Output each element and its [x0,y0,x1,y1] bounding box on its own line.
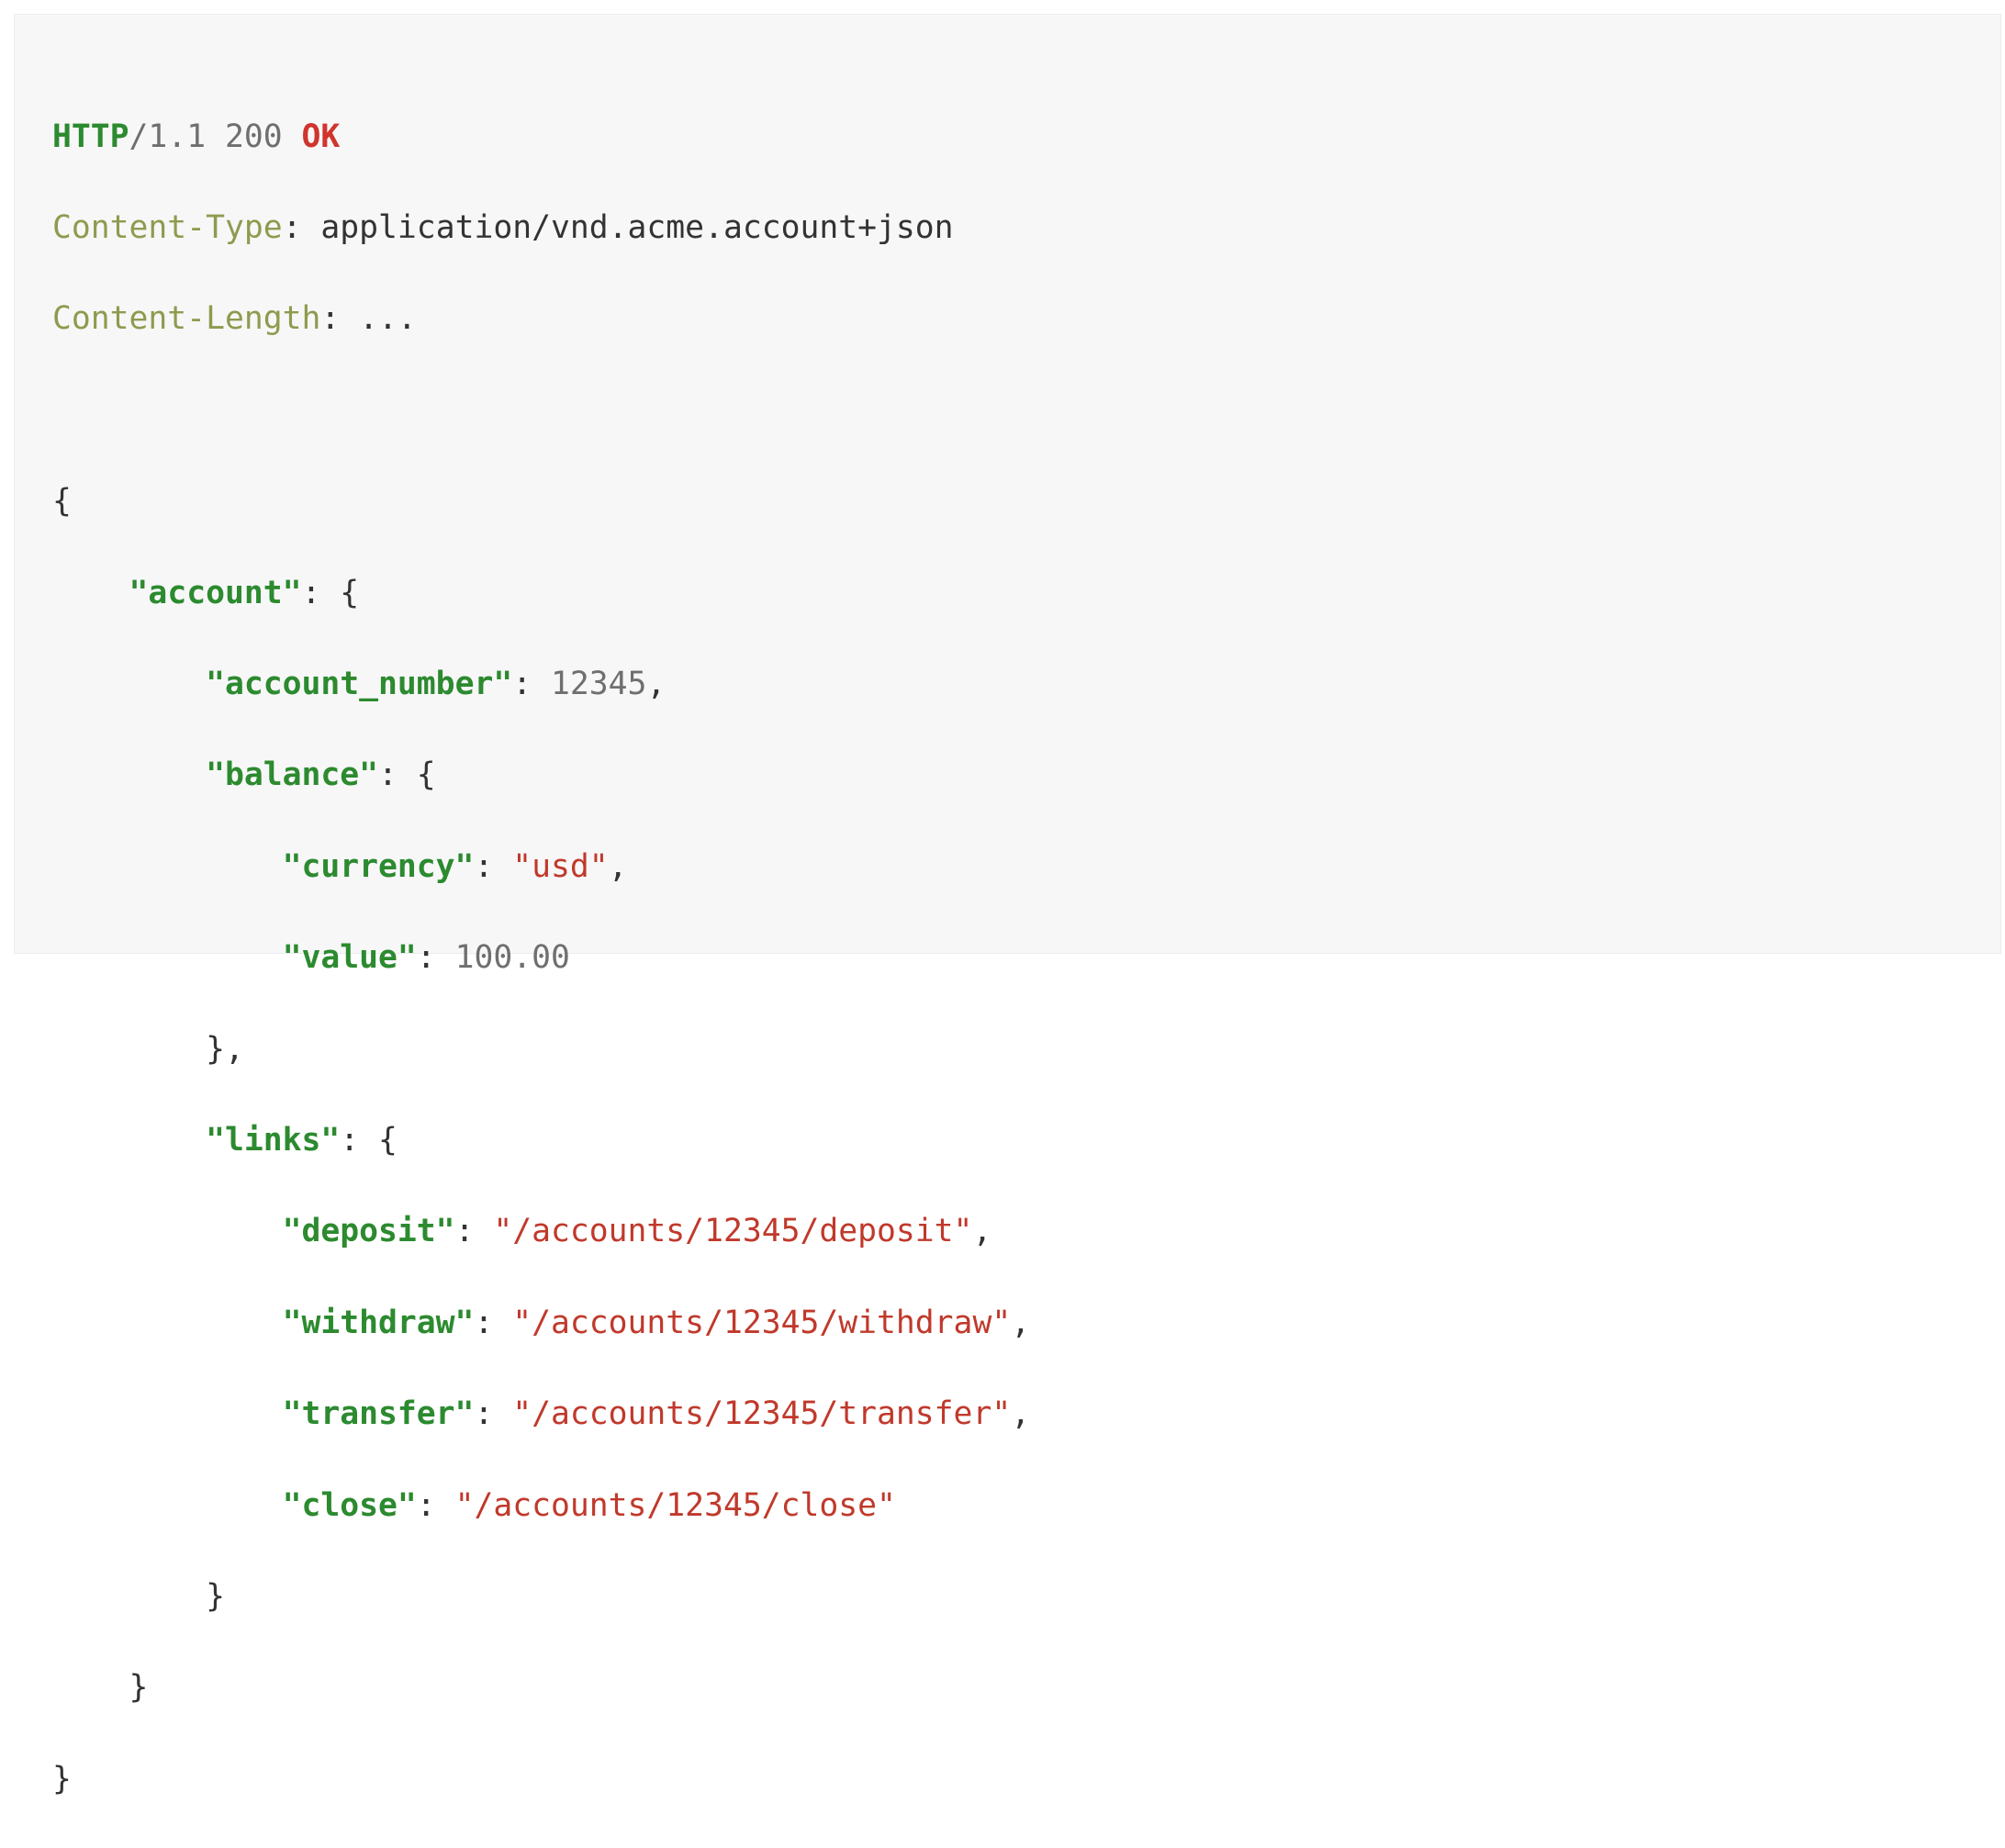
json-line: "account_number": 12345, [52,662,1030,708]
brace-open: : { [378,756,436,794]
colon: : [512,666,551,703]
colon: : [454,1213,494,1250]
json-line: "links": { [52,1118,1030,1164]
json-line: "transfer": "/accounts/12345/transfer", [52,1392,1031,1438]
brace-close: } [52,1760,72,1798]
json-key: "currency" [282,847,475,885]
header-line: Content-Length: ... [52,297,1030,342]
json-line: "balance": { [52,753,1030,799]
json-key: "transfer" [282,1395,475,1433]
json-key: "withdraw" [282,1304,475,1341]
header-sep: : [320,300,360,338]
json-key: "account_number" [206,666,513,703]
json-line: } [52,1757,1030,1803]
json-key: "account" [129,574,302,611]
colon: : [474,1304,513,1341]
json-string: "/accounts/12345/withdraw" [512,1304,1012,1341]
json-key: "links" [206,1122,341,1159]
brace-open: { [52,483,72,521]
brace-open: : { [301,574,360,611]
json-key: "value" [282,939,417,977]
protocol-token: HTTP [52,118,129,155]
comma: , [972,1213,992,1250]
comma: , [608,847,628,885]
brace-open: : { [340,1122,398,1159]
version-token: /1.1 200 [129,118,302,155]
code-block: HTTP/1.1 200 OK Content-Type: applicatio… [14,14,2001,1798]
json-string: "usd" [512,847,609,885]
http-response: HTTP/1.1 200 OK Content-Type: applicatio… [52,69,1030,1848]
json-key: "balance" [206,756,379,794]
json-line: } [52,1665,1030,1711]
colon: : [416,1486,455,1524]
json-line: }, [52,1027,1030,1073]
json-key: "close" [282,1486,417,1524]
json-number: 100.00 [454,939,570,977]
comma: , [1011,1304,1031,1341]
comma: , [646,666,666,703]
json-string: "/accounts/12345/close" [454,1486,896,1524]
header-line: Content-Type: application/vnd.acme.accou… [52,206,1030,252]
header-name: Content-Length [52,300,321,338]
json-string: "/accounts/12345/deposit" [493,1213,973,1250]
json-line: "close": "/accounts/12345/close" [52,1484,1030,1529]
header-name: Content-Type [52,209,283,247]
json-line: "account": { [52,571,1030,617]
comma: , [1011,1395,1031,1433]
json-line: } [52,1574,1030,1620]
json-line: { [52,479,1030,525]
brace-close: } [129,1669,149,1707]
colon: : [474,1395,513,1433]
brace-close: } [206,1577,225,1615]
colon: : [474,847,513,885]
colon: : [416,939,455,977]
json-line: "currency": "usd", [52,845,1030,890]
brace-close: }, [206,1030,244,1068]
header-value: ... [359,300,417,338]
header-sep: : [282,209,321,247]
status-line: HTTP/1.1 200 OK [52,115,1030,161]
json-line: "value": 100.00 [52,935,1030,981]
status-token: OK [301,118,341,155]
json-line: "deposit": "/accounts/12345/deposit", [52,1209,1030,1255]
header-value: application/vnd.acme.account+json [320,209,954,247]
json-string: "/accounts/12345/transfer" [512,1395,1012,1433]
json-number: 12345 [551,666,647,703]
json-line: "withdraw": "/accounts/12345/withdraw", [52,1301,1031,1347]
json-key: "deposit" [282,1213,455,1250]
